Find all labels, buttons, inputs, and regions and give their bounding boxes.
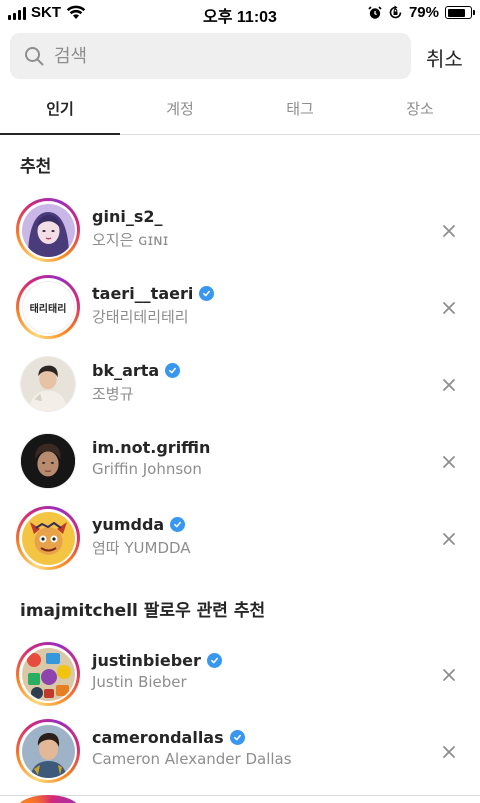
rotation-lock-icon [389,5,402,19]
username: taeri__taeri [92,284,194,303]
username: im.not.griffin [92,438,211,457]
avatar-text: 태리태리 [29,303,67,315]
suggested-user-row[interactable]: gini_s2_ 오지은 ɢɪɴɪ [0,198,480,268]
username: bk_arta [92,361,160,380]
search-tabs: 인기 계정 태그 장소 [0,88,480,135]
full-name: 강태리테리테리 [92,308,189,326]
story-ring[interactable] [16,795,80,803]
story-ring[interactable] [16,642,80,706]
tab-tags[interactable]: 태그 [240,88,360,134]
avatar [21,647,75,701]
verified-badge-icon [229,730,245,745]
tab-places[interactable]: 장소 [360,88,480,134]
related-user-row[interactable]: camerondallas Cameron Alexander Dallas [0,719,480,789]
close-icon[interactable] [440,299,458,317]
avatar-container[interactable] [16,352,80,416]
suggested-user-row[interactable]: 태리태리 taeri__taeri 강태리테리테리 [0,275,480,345]
search-bar: 취소 [10,33,480,79]
full-name: 염따 YUMDDA [92,539,191,557]
verified-badge-icon [206,653,222,668]
related-user-row[interactable]: justinbieber Justin Bieber [0,642,480,712]
status-bar: SKT 오후 11:03 79% [0,0,480,26]
avatar: 태리태리 [21,280,75,334]
search-icon [25,47,44,66]
story-ring[interactable] [16,506,80,570]
story-ring[interactable] [16,719,80,783]
avatar [21,724,75,778]
username: yumdda [92,515,165,534]
avatar [20,433,76,489]
story-ring[interactable]: 태리태리 [16,275,80,339]
close-icon[interactable] [440,530,458,548]
battery-icon [445,6,475,19]
close-icon[interactable] [440,222,458,240]
divider [0,795,480,796]
username: justinbieber [92,651,201,670]
close-icon[interactable] [440,453,458,471]
story-ring[interactable] [16,198,80,262]
close-icon[interactable] [440,666,458,684]
avatar [21,203,75,257]
full-name: Justin Bieber [92,673,187,691]
cancel-button[interactable]: 취소 [426,43,463,72]
avatar [21,511,75,565]
suggested-user-row[interactable]: im.not.griffin Griffin Johnson [0,429,480,499]
suggested-user-row[interactable]: bk_arta 조병규 [0,352,480,422]
full-name: 오지은 ɢɪɴɪ [92,231,169,249]
verified-badge-icon [199,286,215,301]
close-icon[interactable] [440,376,458,394]
tab-top[interactable]: 인기 [0,88,120,135]
full-name: Cameron Alexander Dallas [92,750,292,768]
section-title-related: imajmitchell 팔로우 관련 추천 [20,601,266,621]
avatar [20,356,76,412]
full-name: 조병규 [92,385,134,403]
full-name: Griffin Johnson [92,460,202,478]
search-input[interactable] [54,45,374,67]
alarm-icon [368,5,382,19]
battery-level [447,8,465,17]
search-field[interactable] [10,33,411,79]
username: gini_s2_ [92,207,163,226]
verified-badge-icon [170,517,186,532]
close-icon[interactable] [440,743,458,761]
section-title-suggested: 추천 [20,157,52,177]
avatar-container[interactable] [16,429,80,493]
verified-badge-icon [165,363,181,378]
tab-accounts[interactable]: 계정 [120,88,240,134]
username: camerondallas [92,728,224,747]
battery-percentage: 79% [408,4,439,21]
suggested-user-row[interactable]: yumdda 염따 YUMDDA [0,506,480,576]
